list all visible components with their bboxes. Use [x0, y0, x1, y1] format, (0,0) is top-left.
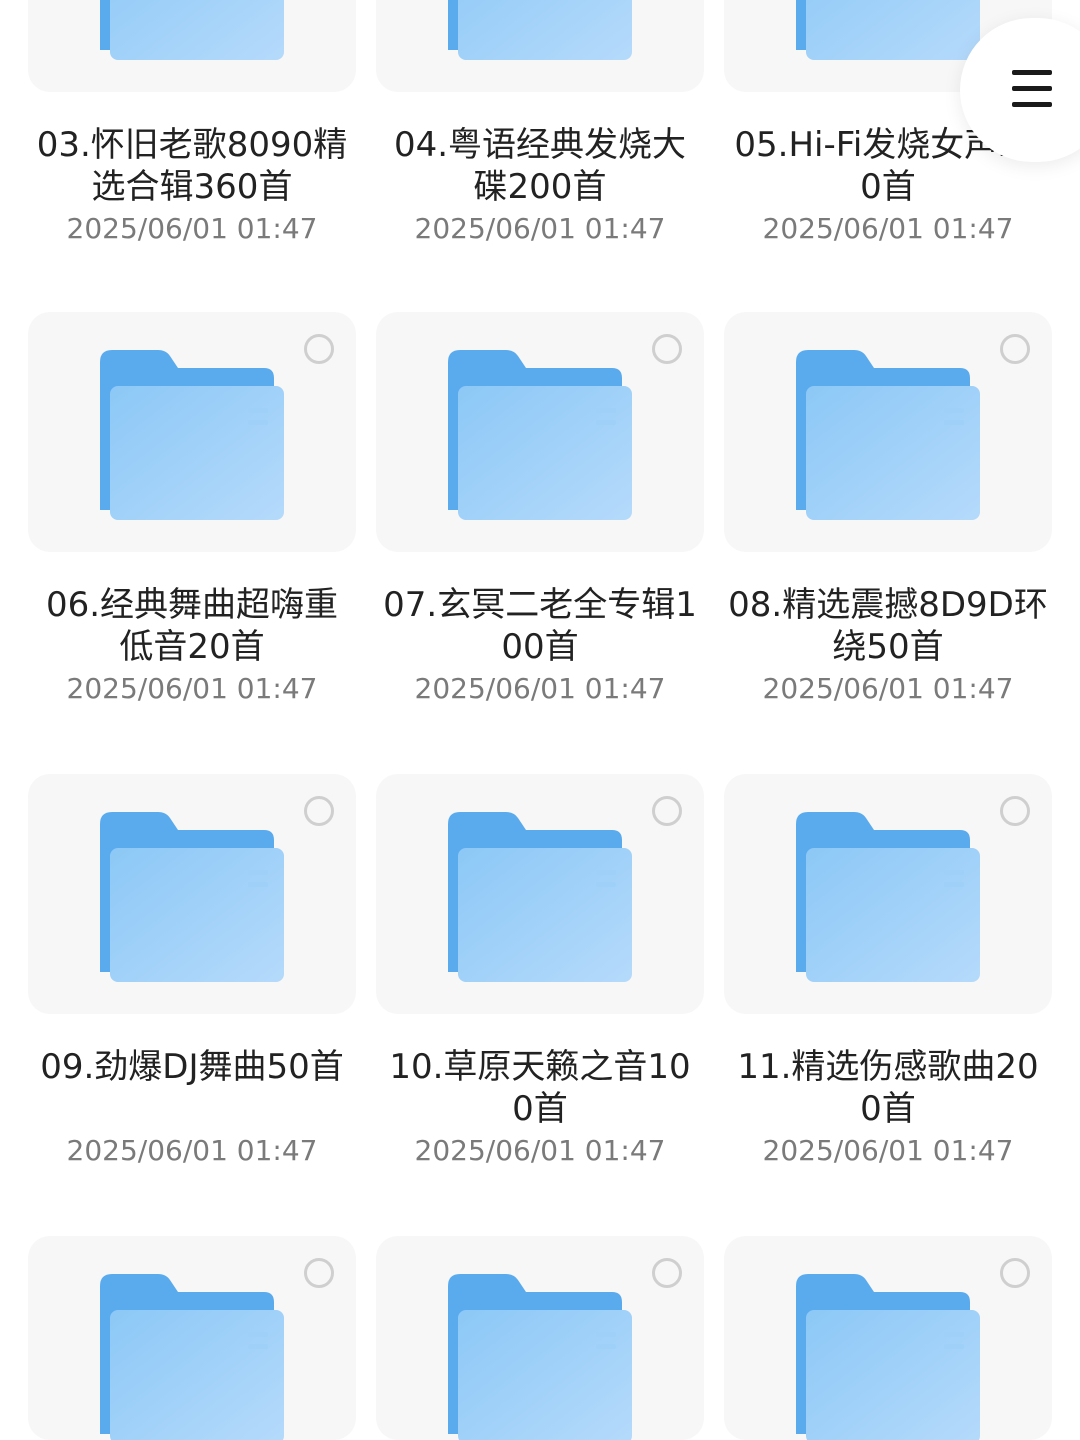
folder-icon — [100, 1274, 284, 1440]
select-circle-icon[interactable] — [1000, 334, 1030, 364]
folder-thumbnail[interactable] — [376, 312, 704, 552]
folder-grid: 03.怀旧老歌8090精选合辑360首 2025/06/01 01:47 04.… — [0, 0, 1080, 1440]
folder-name: 06.经典舞曲超嗨重低音20首 — [45, 585, 339, 667]
folder-icon — [796, 0, 980, 60]
folder-name: 07.玄冥二老全专辑100首 — [383, 585, 697, 667]
folder-icon — [448, 0, 632, 60]
folder-name: 03.怀旧老歌8090精选合辑360首 — [36, 125, 348, 207]
folder-thumbnail[interactable] — [376, 0, 704, 92]
select-circle-icon[interactable] — [304, 1258, 334, 1288]
folder-thumbnail[interactable] — [376, 774, 704, 1014]
folder-name: 09.劲爆DJ舞曲50首 — [40, 1047, 344, 1087]
folder-thumbnail[interactable] — [724, 774, 1052, 1014]
folder-icon — [796, 1274, 980, 1440]
folder-thumbnail[interactable] — [724, 312, 1052, 552]
select-circle-icon[interactable] — [1000, 796, 1030, 826]
select-circle-icon[interactable] — [1000, 1258, 1030, 1288]
folder-date: 2025/06/01 01:47 — [414, 672, 666, 705]
folder-thumbnail[interactable] — [28, 774, 356, 1014]
folder-thumbnail[interactable] — [28, 0, 356, 92]
folder-date: 2025/06/01 01:47 — [762, 1134, 1014, 1167]
folder-name: 04.粤语经典发烧大碟200首 — [393, 125, 687, 207]
select-circle-icon[interactable] — [652, 1258, 682, 1288]
folder-name: 11.精选伤感歌曲200首 — [737, 1047, 1039, 1129]
select-circle-icon[interactable] — [304, 796, 334, 826]
folder-icon — [796, 812, 980, 982]
folder-thumbnail[interactable] — [28, 312, 356, 552]
folder-icon — [100, 350, 284, 520]
folder-date: 2025/06/01 01:47 — [762, 672, 1014, 705]
folder-icon — [100, 812, 284, 982]
folder-name: 08.精选震撼8D9D环绕50首 — [728, 585, 1048, 667]
folder-date: 2025/06/01 01:47 — [66, 1134, 318, 1167]
folder-icon — [448, 1274, 632, 1440]
folder-thumbnail[interactable] — [28, 1236, 356, 1440]
folder-icon — [448, 350, 632, 520]
folder-date: 2025/06/01 01:47 — [66, 212, 318, 245]
select-circle-icon[interactable] — [652, 796, 682, 826]
folder-name: 10.草原天籁之音100首 — [389, 1047, 691, 1129]
folder-thumbnail[interactable] — [724, 1236, 1052, 1440]
folder-date: 2025/06/01 01:47 — [414, 212, 666, 245]
folder-thumbnail[interactable] — [376, 1236, 704, 1440]
folder-date: 2025/06/01 01:47 — [414, 1134, 666, 1167]
folder-date: 2025/06/01 01:47 — [66, 672, 318, 705]
folder-date: 2025/06/01 01:47 — [762, 212, 1014, 245]
hamburger-menu-icon — [1012, 70, 1052, 107]
folder-icon — [100, 0, 284, 60]
folder-icon — [796, 350, 980, 520]
select-circle-icon[interactable] — [304, 334, 334, 364]
folder-icon — [448, 812, 632, 982]
select-circle-icon[interactable] — [652, 334, 682, 364]
